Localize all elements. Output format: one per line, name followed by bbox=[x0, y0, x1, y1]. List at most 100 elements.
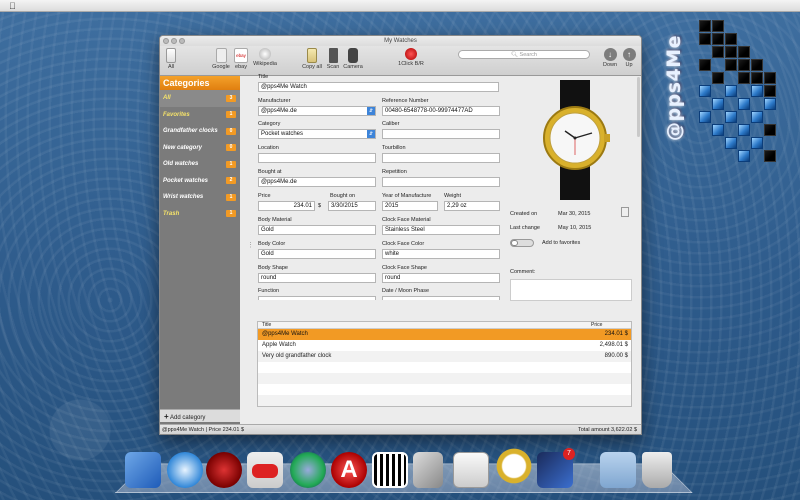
tourbillon-field[interactable] bbox=[382, 153, 500, 163]
created-on-label: Created on bbox=[510, 211, 538, 217]
document-icon[interactable] bbox=[621, 207, 629, 217]
all-button[interactable]: All bbox=[164, 48, 178, 70]
split-handle[interactable]: ⋮ bbox=[247, 241, 254, 249]
table-row[interactable]: Very old grandfather clock 890.00 $ bbox=[258, 351, 631, 362]
row-title: Very old grandfather clock bbox=[262, 353, 332, 359]
usb-drive-icon[interactable] bbox=[413, 452, 443, 488]
google-label: Google bbox=[212, 64, 230, 70]
ebay-label: ebay bbox=[235, 64, 247, 70]
table-row[interactable]: Apple Watch 2,498.01 $ bbox=[258, 340, 631, 351]
calendar-grid-icon[interactable] bbox=[453, 452, 489, 488]
camera-icon bbox=[348, 48, 358, 63]
window-title: My Watches bbox=[384, 38, 417, 44]
title-field[interactable]: @pps4Me Watch bbox=[258, 82, 499, 92]
repetition-field[interactable] bbox=[382, 177, 500, 187]
clock-face-material-field[interactable]: Stainless Steel bbox=[382, 225, 500, 235]
clock-face-material-label: Clock Face Material bbox=[382, 217, 431, 223]
ebay-icon: ebay bbox=[234, 48, 248, 63]
last-change-label: Last change bbox=[510, 225, 540, 231]
repetition-label: Repetition bbox=[382, 169, 407, 175]
year-field[interactable]: 2015 bbox=[382, 201, 438, 211]
sidebar-item-old-watches[interactable]: Old watches 1 bbox=[160, 156, 240, 173]
wikipedia-label: Wikipedia bbox=[253, 61, 277, 67]
caliber-field[interactable] bbox=[382, 129, 500, 139]
body-material-field[interactable]: Gold bbox=[258, 225, 376, 235]
trash-icon[interactable] bbox=[642, 452, 672, 488]
body-material-label: Body Material bbox=[258, 217, 292, 223]
chevron-down-icon: ⇵ bbox=[367, 107, 375, 115]
weight-field[interactable]: 2,29 oz bbox=[444, 201, 500, 211]
comment-label: Comment: bbox=[510, 269, 536, 275]
pps4me-icon[interactable]: 7 bbox=[537, 448, 575, 488]
column-price-header[interactable]: Price bbox=[591, 322, 602, 328]
count-badge: 3 bbox=[226, 94, 236, 102]
watch-photo[interactable] bbox=[525, 80, 625, 200]
up-button[interactable]: ↑ Up bbox=[622, 48, 636, 68]
caliber-label: Caliber bbox=[382, 121, 400, 127]
sidebar-item-label: All bbox=[163, 95, 171, 101]
qr-code-lite-icon[interactable] bbox=[372, 452, 408, 488]
wikipedia-button[interactable]: Wikipedia bbox=[252, 48, 278, 67]
one-click-label: 1Click B/R bbox=[398, 61, 424, 67]
column-title-header[interactable]: Title bbox=[262, 322, 271, 328]
bought-on-field[interactable]: 3/30/2015 bbox=[328, 201, 376, 211]
ebay-button[interactable]: ebay ebay bbox=[233, 48, 249, 70]
sidebar-item-grandfather-clocks[interactable]: Grandfather clocks 0 bbox=[160, 123, 240, 140]
category-select[interactable]: Pocket watches ⇵ bbox=[258, 129, 376, 139]
location-field[interactable] bbox=[258, 153, 376, 163]
body-shape-field[interactable]: round bbox=[258, 273, 376, 283]
globe-icon[interactable] bbox=[290, 452, 326, 488]
one-click-icon bbox=[405, 48, 417, 60]
copy-all-icon bbox=[307, 48, 317, 63]
favorites-toggle[interactable] bbox=[510, 239, 534, 247]
app-store-a-icon[interactable]: A bbox=[331, 452, 367, 488]
year-label: Year of Manufacture bbox=[382, 193, 432, 199]
row-title: Apple Watch bbox=[262, 342, 296, 348]
camera-button[interactable]: Camera bbox=[343, 48, 363, 70]
title-label: Title bbox=[258, 74, 269, 80]
table-header: Title Price bbox=[258, 322, 631, 329]
comment-field[interactable] bbox=[510, 279, 632, 301]
sidebar-item-label: Pocket watches bbox=[163, 177, 209, 184]
reference-field[interactable]: 00480-6548778-00-99974477AD bbox=[382, 106, 500, 116]
google-button[interactable]: Google bbox=[212, 48, 230, 70]
table-row[interactable]: @pps4Me Watch 234.01 $ bbox=[258, 329, 631, 340]
sidebar-item-wrist-watches[interactable]: Wrist watches 1 bbox=[160, 189, 240, 206]
folder-icon[interactable] bbox=[600, 452, 636, 488]
date-moon-field[interactable] bbox=[382, 296, 500, 300]
sidebar-item-trash[interactable]: Trash 1 bbox=[160, 206, 240, 223]
body-color-field[interactable]: Gold bbox=[258, 249, 376, 259]
manufacturer-select[interactable]: @pps4Me.de ⇵ bbox=[258, 106, 376, 116]
app-window: My Watches All Google ebay ebay Wikipedi… bbox=[159, 35, 642, 435]
zoom-window-button[interactable] bbox=[179, 38, 185, 44]
one-click-backup-button[interactable]: 1Click B/R bbox=[396, 48, 426, 67]
car-app-icon[interactable] bbox=[247, 452, 283, 488]
finder-icon[interactable] bbox=[125, 452, 161, 488]
currency-label: $ bbox=[318, 203, 322, 209]
table-row-empty bbox=[258, 384, 631, 395]
copy-all-button[interactable]: Copy all bbox=[301, 48, 323, 70]
down-button[interactable]: ↓ Down bbox=[602, 48, 618, 68]
function-field[interactable] bbox=[258, 296, 376, 300]
apple-menu-icon[interactable]:  bbox=[9, 1, 16, 11]
minimize-window-button[interactable] bbox=[171, 38, 177, 44]
close-window-button[interactable] bbox=[163, 38, 169, 44]
clock-face-shape-field[interactable]: round bbox=[382, 273, 500, 283]
sidebar-item-all[interactable]: All 3 bbox=[160, 90, 240, 107]
bought-at-field[interactable]: @pps4Me.de bbox=[258, 177, 376, 187]
form-scrollbar[interactable] bbox=[637, 77, 640, 137]
price-label: Price bbox=[258, 193, 271, 199]
sidebar-item-favorites[interactable]: Favorites 1 bbox=[160, 107, 240, 124]
add-category-button[interactable]: + Add category bbox=[160, 409, 240, 422]
price-field[interactable]: 234.01 bbox=[258, 201, 315, 211]
location-label: Location bbox=[258, 145, 279, 151]
search-input[interactable]: 🔍︎ Search bbox=[458, 50, 590, 59]
safari-icon[interactable] bbox=[167, 452, 203, 488]
sidebar-item-pocket-watches[interactable]: Pocket watches 2 bbox=[160, 173, 240, 190]
camera-label: Camera bbox=[343, 64, 363, 70]
sidebar-item-new-category[interactable]: New category 0 bbox=[160, 140, 240, 157]
scan-button[interactable]: Scan bbox=[326, 48, 340, 70]
garantie-icon[interactable] bbox=[206, 452, 242, 488]
clock-face-color-field[interactable]: white bbox=[382, 249, 500, 259]
my-watches-icon[interactable] bbox=[496, 444, 532, 488]
